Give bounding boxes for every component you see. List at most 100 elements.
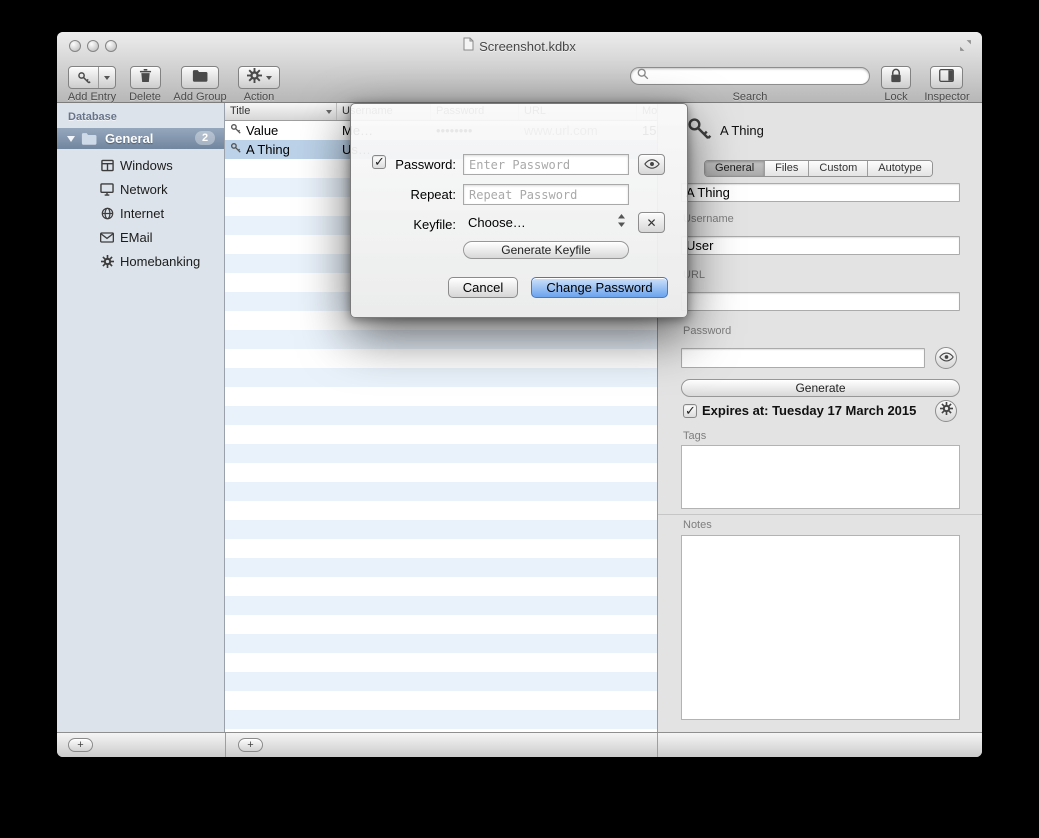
username-field[interactable] — [681, 236, 960, 255]
show-password-button[interactable] — [935, 347, 957, 369]
dialog-show-password-button[interactable] — [638, 154, 665, 175]
folder-icon — [192, 69, 208, 87]
dialog-password-input[interactable] — [463, 154, 629, 175]
lock-button[interactable] — [881, 66, 911, 89]
sidebar-item-network[interactable]: Network — [57, 177, 224, 201]
entry-icon — [686, 116, 712, 147]
add-entry-button[interactable] — [68, 66, 116, 89]
add-entry-plus-button[interactable]: + — [238, 738, 263, 752]
tags-label: Tags — [683, 430, 706, 442]
gear-icon — [940, 402, 953, 420]
dialog-repeat-label: Repeat: — [351, 187, 456, 202]
inspector-tabs: General Files Custom Autotype — [704, 160, 933, 177]
column-header-title[interactable]: Title — [225, 103, 337, 120]
entry-key-icon — [230, 142, 242, 157]
group-count-badge: 2 — [195, 131, 215, 145]
username-label: Username — [683, 213, 734, 225]
group-folder-icon — [81, 132, 97, 145]
dialog-repeat-input[interactable] — [463, 184, 629, 205]
divider — [225, 733, 226, 757]
inspector-button[interactable] — [930, 66, 963, 89]
password-label: Password — [683, 325, 731, 337]
generate-password-button[interactable]: Generate — [681, 379, 960, 397]
expires-checkbox[interactable] — [683, 404, 697, 418]
sidebar-item-email[interactable]: EMail — [57, 225, 224, 249]
add-group-button[interactable] — [181, 66, 219, 89]
search-input[interactable] — [653, 68, 853, 84]
internet-globe-icon — [100, 207, 114, 220]
document-icon — [463, 37, 474, 56]
delete-button[interactable] — [130, 66, 161, 89]
inspector-label: Inspector — [907, 91, 982, 103]
sidebar-item-windows[interactable]: Windows — [57, 153, 224, 177]
bottom-bar: + + — [57, 732, 982, 757]
trash-icon — [139, 68, 152, 88]
lock-icon — [890, 68, 902, 88]
tags-field[interactable] — [681, 445, 960, 509]
fullscreen-icon[interactable] — [959, 39, 972, 57]
change-password-button[interactable]: Change Password — [531, 277, 668, 298]
network-icon — [100, 183, 114, 196]
sidebar-item-homebanking[interactable]: Homebanking — [57, 249, 224, 273]
search-icon — [637, 67, 649, 85]
sidebar-group-general[interactable]: General 2 — [57, 128, 224, 149]
sidebar-item-label: Windows — [120, 158, 173, 173]
action-label: Action — [219, 91, 299, 103]
tab-autotype[interactable]: Autotype — [868, 161, 931, 176]
window-header: Screenshot.kdbx Add Entry — [57, 32, 982, 103]
toolbar: Add Entry Delete Add Group — [57, 60, 982, 103]
disclosure-triangle-icon[interactable] — [67, 136, 75, 142]
group-label: General — [105, 131, 153, 146]
action-button[interactable] — [238, 66, 280, 89]
inspector-entry-title: A Thing — [720, 123, 764, 138]
expires-settings-button[interactable] — [935, 400, 957, 422]
sort-arrow-icon — [326, 110, 332, 114]
sidebar-item-label: Homebanking — [120, 254, 200, 269]
windows-icon — [100, 159, 114, 172]
sidebar-item-label: EMail — [120, 230, 153, 245]
eye-icon — [644, 158, 660, 172]
generate-keyfile-button[interactable]: Generate Keyfile — [463, 241, 629, 259]
add-group-plus-button[interactable]: + — [68, 738, 93, 752]
divider — [658, 514, 982, 515]
app-window: Screenshot.kdbx Add Entry — [57, 32, 982, 757]
search-label: Search — [710, 91, 790, 103]
inspector-panel: A Thing General Files Custom Autotype Us… — [657, 103, 982, 732]
titlebar: Screenshot.kdbx — [57, 32, 982, 60]
action-dropdown-icon — [266, 76, 272, 80]
keyfile-select-value: Choose… — [468, 215, 526, 230]
dialog-password-label: Password: — [351, 157, 456, 172]
title-field[interactable] — [681, 183, 960, 202]
dialog-keyfile-label: Keyfile: — [351, 217, 456, 232]
notes-field[interactable] — [681, 535, 960, 720]
keyfile-clear-button[interactable]: ✕ — [638, 212, 665, 233]
keyfile-select[interactable]: Choose… — [463, 212, 633, 233]
password-field[interactable] — [681, 348, 925, 368]
divider — [657, 733, 658, 757]
inspector-panel-icon — [939, 69, 954, 87]
sidebar-item-internet[interactable]: Internet — [57, 201, 224, 225]
entry-key-icon — [230, 123, 242, 138]
sidebar-section-header: Database — [68, 111, 117, 123]
email-envelope-icon — [100, 232, 114, 243]
search-field[interactable] — [630, 67, 870, 85]
sidebar-item-label: Network — [120, 182, 168, 197]
tab-general[interactable]: General — [705, 161, 765, 176]
add-entry-dropdown-icon[interactable] — [99, 76, 115, 80]
key-icon — [69, 71, 98, 85]
url-field[interactable] — [681, 292, 960, 311]
change-password-dialog: Password: Repeat: Keyfile: Choose… ✕ Gen… — [350, 103, 688, 318]
homebanking-gear-icon — [100, 255, 114, 268]
notes-label: Notes — [683, 519, 712, 531]
tab-custom[interactable]: Custom — [809, 161, 868, 176]
window-title: Screenshot.kdbx — [479, 39, 576, 54]
cancel-button[interactable]: Cancel — [448, 277, 518, 298]
sidebar-item-label: Internet — [120, 206, 164, 221]
desktop: Screenshot.kdbx Add Entry — [0, 0, 1039, 838]
stepper-arrows-icon — [618, 214, 625, 232]
tab-files[interactable]: Files — [765, 161, 809, 176]
expires-label: Expires at: Tuesday 17 March 2015 — [702, 403, 916, 418]
eye-icon — [939, 349, 954, 367]
sidebar: Database General 2 Windows — [57, 103, 225, 732]
gear-icon — [247, 68, 262, 88]
